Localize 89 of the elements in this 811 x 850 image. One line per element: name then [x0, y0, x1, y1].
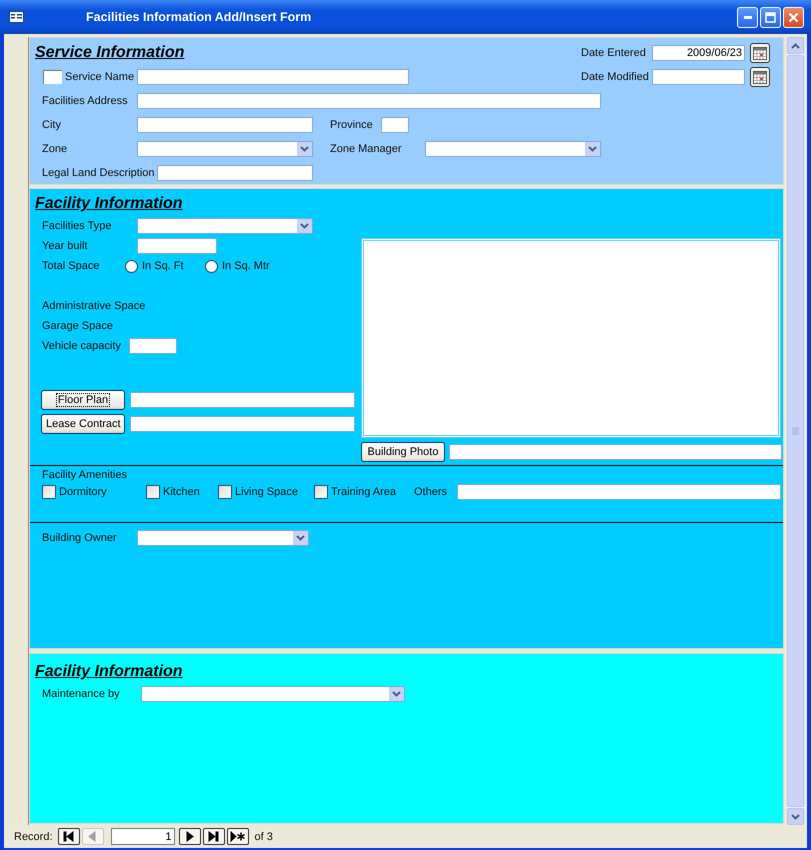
chevron-down-icon: [392, 691, 401, 697]
field-label: Administrative Space: [42, 300, 146, 312]
calendar-icon: [753, 46, 767, 60]
new-record-icon: [230, 831, 246, 842]
field-label: Province: [330, 119, 374, 131]
calendar-icon: [753, 70, 767, 84]
dropdown-field[interactable]: [141, 686, 405, 702]
field-label: Facilities Address: [42, 95, 129, 107]
field-label: Others: [414, 486, 448, 498]
option-label: In Sq. Ft: [142, 260, 185, 272]
chevron-down-icon: [588, 146, 597, 152]
field-label: Zone Manager: [330, 143, 403, 155]
text-field[interactable]: [130, 416, 355, 432]
window-title: Facilities Information Add/Insert Form: [86, 10, 312, 24]
close-button[interactable]: [783, 6, 804, 28]
field-label: Maintenance by: [42, 688, 121, 700]
vertical-scrollbar[interactable]: [787, 37, 804, 825]
minimize-icon: [744, 16, 752, 18]
field-label: Date Modified: [581, 71, 650, 83]
text-field[interactable]: 2009/06/23: [652, 45, 745, 61]
field-label: Facility Amenities: [42, 468, 127, 482]
dropdown-field[interactable]: [137, 530, 309, 546]
option-label: Living Space: [235, 486, 298, 498]
last-record-button[interactable]: [202, 828, 225, 845]
form-icon: [9, 11, 24, 23]
option-label: In Sq. Mtr: [222, 260, 271, 272]
section-title: Facility Information: [35, 195, 183, 213]
field-label: Year built: [42, 240, 88, 252]
previous-record-icon: [87, 831, 98, 842]
attach-button[interactable]: Floor Plan: [41, 390, 125, 410]
chevron-down-icon: [300, 146, 309, 152]
radio-button[interactable]: [205, 260, 218, 272]
text-field[interactable]: [137, 117, 313, 133]
maximize-icon: [765, 12, 776, 22]
radio-button[interactable]: [125, 260, 138, 272]
calendar-button[interactable]: [750, 67, 770, 87]
calendar-button[interactable]: [750, 43, 770, 63]
scroll-down-icon: [791, 814, 800, 820]
dropdown-field[interactable]: [425, 141, 601, 157]
text-field[interactable]: [457, 484, 781, 500]
text-field[interactable]: [129, 338, 177, 354]
chevron-down-icon: [296, 535, 305, 541]
minimize-button[interactable]: [737, 6, 758, 28]
text-field[interactable]: [381, 117, 409, 133]
option-label: Training Area: [331, 486, 396, 498]
section-title: Facility Information: [35, 663, 183, 681]
field-label: Total Space: [42, 260, 100, 272]
dropdown-field[interactable]: [137, 141, 313, 157]
text-field[interactable]: [652, 69, 745, 85]
chevron-down-icon: [300, 223, 309, 229]
attach-button[interactable]: Lease Contract: [41, 414, 125, 434]
text-field[interactable]: [137, 238, 217, 254]
scroll-up-icon: [791, 42, 800, 48]
field-label: Facilities Type: [42, 220, 112, 232]
text-field[interactable]: [137, 69, 409, 85]
text-field[interactable]: [157, 165, 313, 181]
checkbox[interactable]: [314, 485, 328, 499]
field-label: Date Entered: [581, 47, 647, 59]
field-label: Service Name: [65, 71, 136, 83]
record-label: Record:: [14, 830, 53, 842]
record-count: of 3: [254, 830, 273, 842]
first-record-button[interactable]: [58, 828, 80, 845]
field-label: Vehicle capacity: [42, 340, 122, 352]
field-label: Building Owner: [42, 532, 118, 544]
maximize-button[interactable]: [760, 6, 781, 28]
section-title: Service Information: [35, 44, 184, 62]
grip-icon: [792, 427, 799, 435]
field-label: Garage Space: [42, 320, 113, 332]
new-record-button[interactable]: [226, 828, 249, 845]
last-record-icon: [208, 831, 220, 842]
option-label: Kitchen: [163, 486, 200, 498]
next-record-icon: [184, 831, 196, 842]
checkbox[interactable]: [43, 70, 62, 84]
record-number-field[interactable]: 1: [110, 828, 175, 845]
checkbox[interactable]: [42, 485, 56, 499]
building-photo-button[interactable]: Building Photo: [361, 442, 445, 462]
checkbox[interactable]: [146, 485, 160, 499]
dropdown-field[interactable]: [137, 218, 313, 234]
field-label: Legal Land Description: [42, 167, 156, 179]
text-field[interactable]: [449, 444, 782, 460]
text-field[interactable]: [137, 93, 601, 109]
first-record-icon: [63, 831, 74, 842]
close-icon: [788, 12, 799, 22]
option-label: Dormitory: [59, 486, 107, 498]
next-record-button[interactable]: [178, 828, 201, 845]
checkbox[interactable]: [218, 485, 232, 499]
text-field[interactable]: [130, 392, 355, 408]
field-label: Zone: [42, 143, 68, 155]
field-label: City: [42, 119, 62, 131]
